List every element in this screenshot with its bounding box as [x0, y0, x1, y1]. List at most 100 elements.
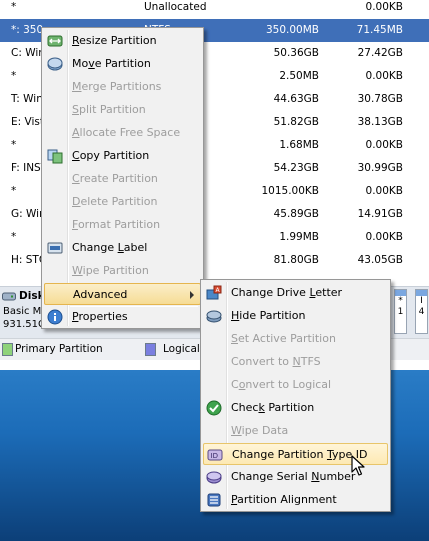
used-cell: 30.78GB [357, 93, 403, 105]
capacity-cell: 54.23GB [273, 162, 319, 174]
partition-cell: * [11, 185, 17, 197]
move-icon [47, 57, 63, 71]
partition-block-label: * [398, 296, 403, 306]
menu-item-label: Split Partition [72, 103, 146, 116]
used-cell: 38.13GB [357, 116, 403, 128]
used-cell: 0.00KB [365, 231, 403, 243]
used-cell: 0.00KB [365, 139, 403, 151]
label-icon [47, 242, 63, 254]
logical-partition-legend: Logical [163, 343, 200, 355]
partition-cell: C: Win [11, 47, 45, 59]
capacity-cell: 1.99MB [279, 231, 319, 243]
drive-letter-icon: A [206, 285, 222, 300]
menu-item-label: Allocate Free Space [72, 126, 181, 139]
capacity-cell: 350.00MB [265, 24, 319, 36]
primary-partition-legend: Primary Partition [15, 343, 103, 355]
partition-cell: * [11, 231, 17, 243]
align-icon [207, 493, 221, 507]
used-cell: 30.99GB [357, 162, 403, 174]
menu-item-change-drive-letter[interactable]: A Change Drive Letter [203, 282, 388, 304]
capacity-cell: 45.89GB [273, 208, 319, 220]
menu-item-allocate-free-space[interactable]: Allocate Free Space [44, 122, 201, 144]
menu-item-label: Wipe Data [231, 424, 289, 437]
partition-block-label: I [420, 296, 423, 306]
svg-text:ID: ID [211, 452, 218, 460]
menu-item-label: Wipe Partition [72, 264, 149, 277]
resize-icon [47, 35, 63, 47]
menu-item-label: Merge Partitions [72, 80, 162, 93]
table-row[interactable]: * Unallocated 0.00KB [0, 0, 429, 19]
used-cell: 71.45MB [356, 24, 403, 36]
partition-block-size: 4 [418, 307, 425, 317]
used-cell: 14.91GB [357, 208, 403, 220]
partition-context-menu: Resize Partition Move Partition Merge Pa… [41, 27, 204, 329]
partition-block[interactable]: * 1 [394, 289, 407, 334]
partition-cell: * [11, 70, 17, 82]
menu-item-label: Check Partition [231, 401, 315, 414]
menu-item-hide-partition[interactable]: Hide Partition [203, 305, 388, 327]
menu-item-convert-to-logical[interactable]: Convert to Logical [203, 374, 388, 396]
menu-item-label: Copy Partition [72, 149, 150, 162]
capacity-cell: 51.82GB [273, 116, 319, 128]
menu-item-label: Advanced [73, 288, 128, 301]
advanced-submenu: A Change Drive Letter Hide Partition Set… [200, 279, 391, 512]
capacity-cell: 1.68MB [279, 139, 319, 151]
menu-item-resize-partition[interactable]: Resize Partition [44, 30, 201, 52]
menu-item-label: Partition Alignment [231, 493, 337, 506]
menu-item-partition-alignment[interactable]: Partition Alignment [203, 489, 388, 511]
menu-item-copy-partition[interactable]: Copy Partition [44, 145, 201, 167]
menu-item-set-active-partition[interactable]: Set Active Partition [203, 328, 388, 350]
menu-item-create-partition[interactable]: Create Partition [44, 168, 201, 190]
partition-cell: * [11, 1, 17, 13]
capacity-cell: 44.63GB [273, 93, 319, 105]
menu-item-merge-partitions[interactable]: Merge Partitions [44, 76, 201, 98]
menu-item-label: Change Label [72, 241, 148, 254]
primary-partition-swatch [2, 343, 13, 356]
type-id-icon: ID [207, 449, 223, 461]
partition-block-size: 1 [397, 307, 404, 317]
used-cell: 0.00KB [365, 1, 403, 13]
info-icon [47, 309, 63, 325]
used-cell: 43.05GB [357, 254, 403, 266]
partition-cell: * [11, 139, 17, 151]
menu-item-label: Resize Partition [72, 34, 157, 47]
menu-item-properties[interactable]: Properties [44, 306, 201, 328]
menu-item-label: Change Drive Letter [231, 286, 343, 299]
menu-item-format-partition[interactable]: Format Partition [44, 214, 201, 236]
used-cell: 27.42GB [357, 47, 403, 59]
filesystem-cell: Unallocated [144, 1, 207, 13]
partition-cell: *: 350 [11, 24, 44, 36]
menu-item-label: Convert to Logical [231, 378, 332, 391]
partition-block[interactable]: I 4 [415, 289, 428, 334]
menu-item-label: Change Serial Number [231, 470, 356, 483]
menu-item-label: Move Partition [72, 57, 151, 70]
menu-item-label: Change Partition Type ID [232, 448, 368, 461]
partition-cell: T: Win [11, 93, 43, 105]
menu-item-wipe-data[interactable]: Wipe Data [203, 420, 388, 442]
menu-item-advanced[interactable]: Advanced [44, 283, 201, 305]
copy-icon [47, 149, 63, 164]
submenu-arrow-icon [190, 291, 194, 299]
menu-item-convert-to-ntfs[interactable]: Convert to NTFS [203, 351, 388, 373]
disk-icon [2, 292, 16, 301]
serial-icon [206, 471, 222, 484]
menu-item-delete-partition[interactable]: Delete Partition [44, 191, 201, 213]
capacity-cell: 81.80GB [273, 254, 319, 266]
menu-item-label: Delete Partition [72, 195, 158, 208]
hide-icon [206, 310, 222, 323]
menu-item-wipe-partition[interactable]: Wipe Partition [44, 260, 201, 282]
menu-item-label: Convert to NTFS [231, 355, 321, 368]
menu-item-move-partition[interactable]: Move Partition [44, 53, 201, 75]
menu-item-label: Properties [72, 310, 128, 323]
menu-item-check-partition[interactable]: Check Partition [203, 397, 388, 419]
capacity-cell: 1015.00KB [261, 185, 319, 197]
capacity-cell: 50.36GB [273, 47, 319, 59]
mouse-cursor-icon [351, 455, 365, 476]
used-cell: 0.00KB [365, 70, 403, 82]
check-icon [206, 400, 222, 416]
menu-item-label: Set Active Partition [231, 332, 336, 345]
menu-item-split-partition[interactable]: Split Partition [44, 99, 201, 121]
logical-partition-swatch [145, 343, 156, 356]
menu-item-change-label[interactable]: Change Label [44, 237, 201, 259]
capacity-cell: 2.50MB [279, 70, 319, 82]
